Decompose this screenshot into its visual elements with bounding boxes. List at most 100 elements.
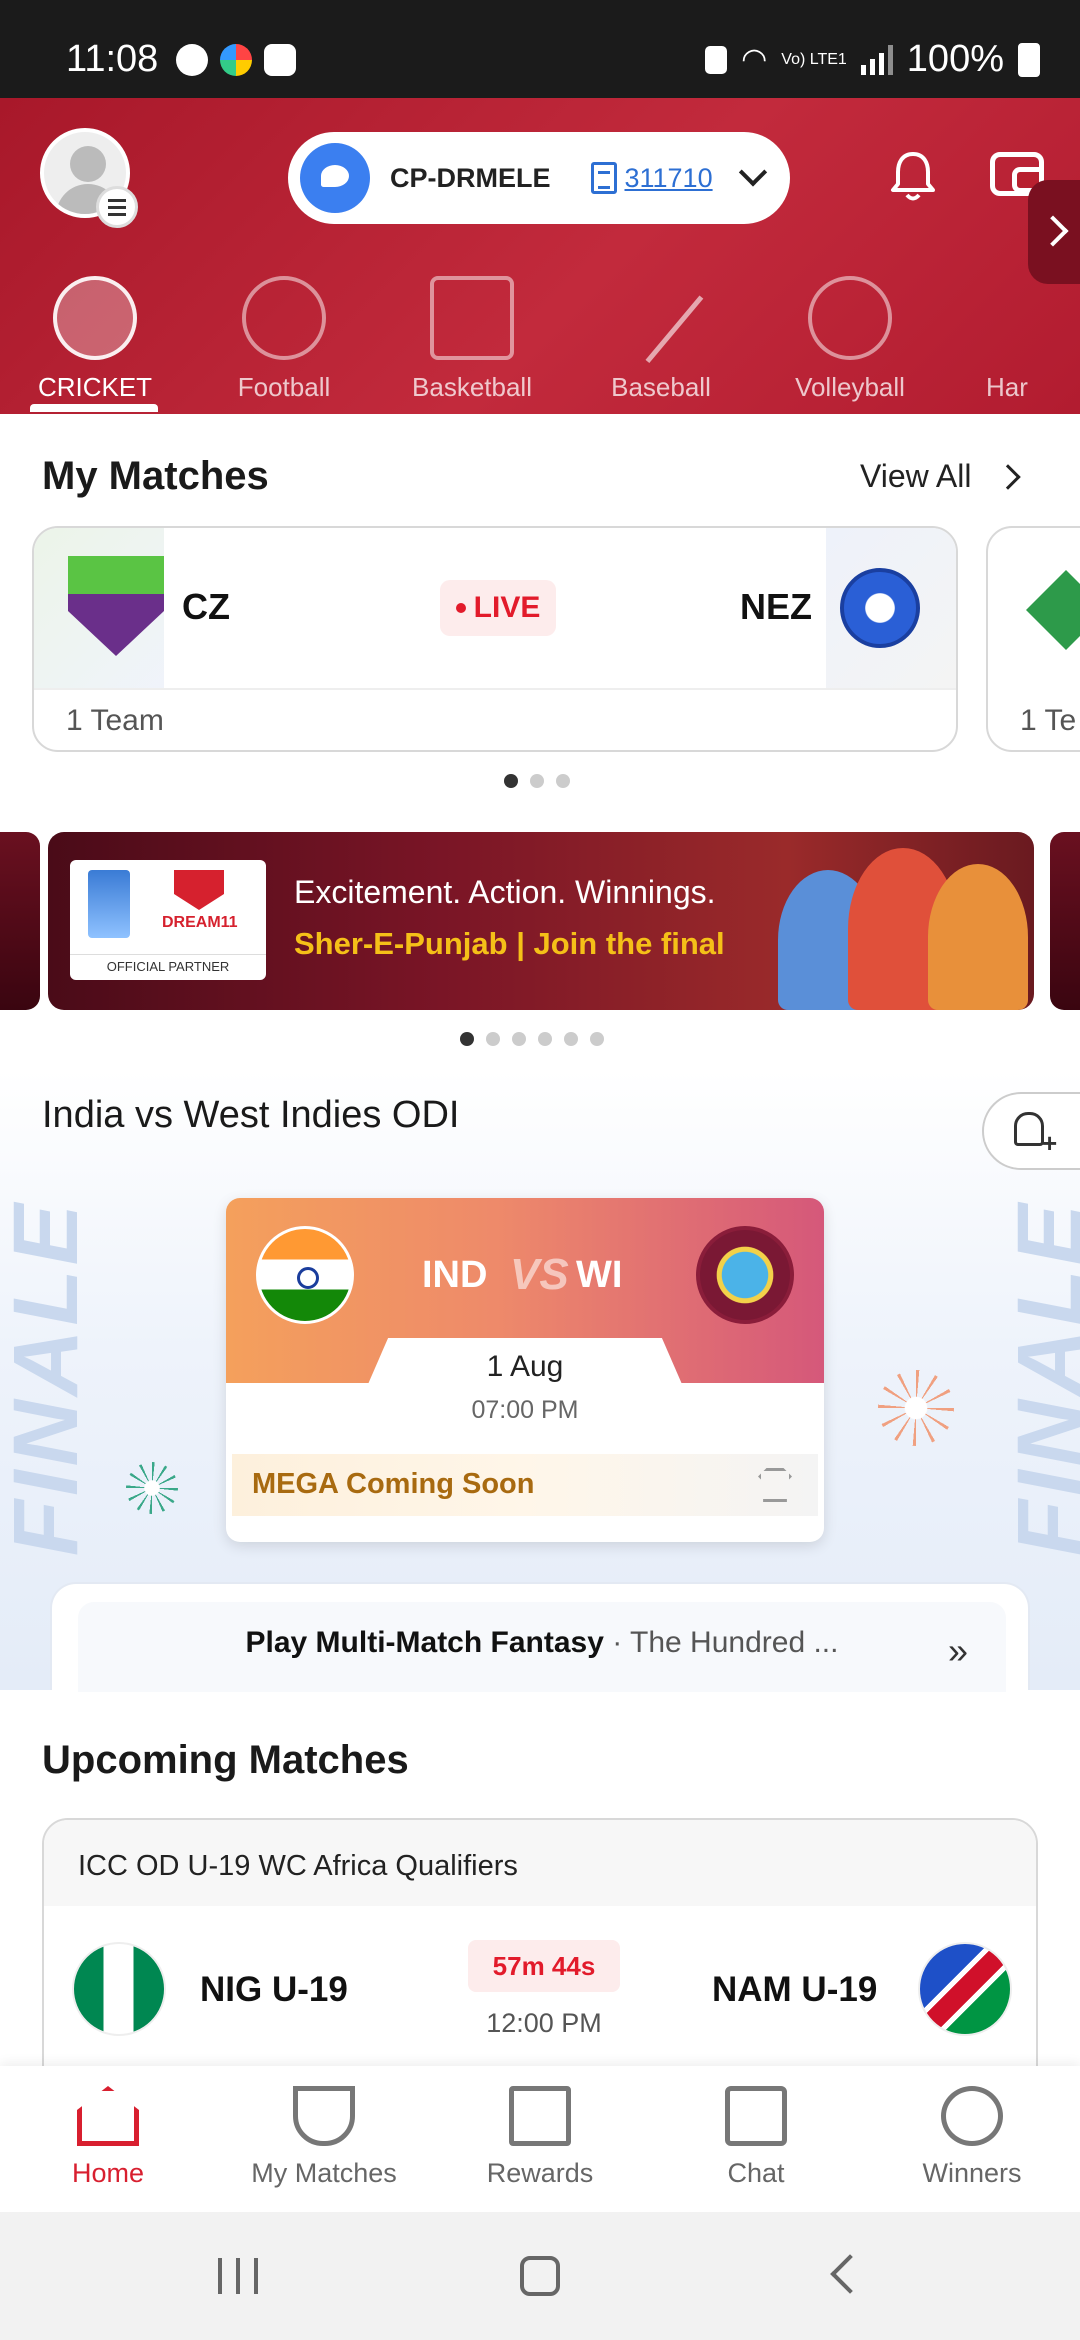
tab-baseball[interactable]: Baseball (576, 268, 746, 403)
basketball-hoop-icon (430, 276, 514, 360)
home-icon (77, 2086, 139, 2146)
add-alert-button[interactable]: + (982, 1092, 1080, 1170)
app-screen: 11:08 ◠ Vo) LTE1 100% CP-DRMELE 311710 C… (0, 0, 1080, 2340)
chat-icon (725, 2086, 787, 2146)
live-label: LIVE (473, 591, 541, 624)
volleyball-icon (808, 276, 892, 360)
menu-icon[interactable] (96, 186, 138, 228)
nav-rewards[interactable]: Rewards (440, 2086, 640, 2189)
multi-match-league: The Hundred ... (630, 1626, 839, 1659)
team-logo-nez (840, 568, 920, 648)
wifi-icon: ◠ (741, 43, 768, 76)
team1-code: IND (422, 1254, 488, 1296)
chat-bubble-icon (176, 44, 208, 76)
medal-icon (941, 2086, 1003, 2146)
namibia-flag-icon (918, 1942, 1012, 2036)
league-name: ICC OD U-19 WC Africa Qualifiers (78, 1850, 518, 1882)
tab-cricket[interactable]: CRICKET (10, 268, 180, 403)
team-count: 1 Te (1020, 704, 1077, 737)
battery-icon (1018, 42, 1040, 77)
team-badge-icon (300, 143, 370, 213)
tab-label: Baseball (611, 372, 711, 402)
tab-football[interactable]: Football (199, 268, 369, 403)
banner-prev-peek[interactable] (0, 832, 40, 1010)
cricket-bat-ball-icon (53, 276, 137, 360)
nav-label: Rewards (486, 2158, 594, 2188)
banner-subline: Sher-E-Punjab | Join the final (294, 926, 725, 961)
chevron-down-icon[interactable] (738, 158, 767, 187)
mega-status: MEGA Coming Soon (252, 1468, 534, 1501)
dream11-logo: DREAM11 (162, 914, 238, 931)
bell-plus-icon (1014, 1112, 1044, 1146)
notification-icons (176, 44, 296, 76)
coming-soon-label: Coming Soon (346, 1468, 535, 1500)
partner-label: OFFICIAL PARTNER (70, 954, 266, 974)
multi-match-fantasy-bar[interactable]: Play Multi-Match Fantasy · The Hundred .… (50, 1582, 1030, 1692)
team2-code: WI (576, 1254, 623, 1296)
my-match-card[interactable]: 1 Te (986, 526, 1080, 752)
nav-label: Winners (922, 2158, 1022, 2188)
status-right: ◠ Vo) LTE1 100% (705, 38, 1040, 81)
bell-icon[interactable] (888, 148, 938, 204)
team-count: 1 Team (66, 704, 164, 737)
baseball-bat-icon (618, 272, 704, 364)
partner-logo: DREAM11 OFFICIAL PARTNER (70, 860, 266, 980)
tab-handball[interactable]: Har (950, 268, 1080, 403)
tab-basketball[interactable]: Basketball (387, 268, 557, 403)
sport-tabs: CRICKET Football Basketball Baseball Vol… (0, 268, 1080, 414)
stadium-icon (293, 2086, 355, 2146)
countdown-badge: 57m 44s (468, 1940, 620, 1992)
india-flag-icon (256, 1226, 354, 1324)
match-carousel-dots (504, 774, 570, 788)
team-logo (1026, 570, 1080, 650)
status-bar: 11:08 ◠ Vo) LTE1 100% (0, 0, 1080, 98)
app-header: CP-DRMELE 311710 CRICKET Football Basket… (0, 98, 1080, 414)
vs-label: VS (510, 1250, 569, 1299)
nav-home[interactable]: Home (8, 2086, 208, 2189)
scroll-right-button[interactable] (1028, 180, 1080, 284)
app-notification-icon (220, 44, 252, 76)
separator: · (603, 1626, 631, 1659)
signal-icon (860, 44, 893, 75)
my-matches-title: My Matches (42, 454, 269, 498)
tab-label: Volleyball (795, 372, 905, 402)
banner-carousel-dots (460, 1032, 604, 1046)
mega-contest-bar: MEGA Coming Soon (232, 1454, 818, 1516)
featured-title: India vs West Indies ODI (42, 1094, 460, 1136)
finale-watermark: FINALE (0, 1200, 97, 1557)
recent-apps-icon[interactable] (218, 2258, 258, 2294)
live-badge: LIVE (440, 580, 556, 636)
team1-name: CZ (182, 586, 230, 627)
featured-match-card[interactable]: IND VS WI 1 Aug 07:00 PM MEGA Coming Soo… (226, 1198, 824, 1542)
sparkle-icon (126, 1462, 178, 1514)
status-time: 11:08 (66, 38, 159, 80)
double-chevron-right-icon[interactable]: » (948, 1630, 968, 1672)
back-icon[interactable] (830, 2254, 870, 2294)
battery-percent: 100% (906, 38, 1004, 80)
gift-icon (509, 2086, 571, 2146)
battery-saver-icon (705, 45, 728, 74)
checkbox-icon (264, 44, 296, 76)
team1-name: NIG U-19 (200, 1970, 348, 2009)
view-all-button[interactable]: View All (860, 458, 1022, 495)
banner-next-peek[interactable] (1050, 832, 1080, 1010)
handball-icon (1016, 276, 1080, 360)
view-all-label: View All (860, 458, 972, 494)
promo-banner[interactable]: DREAM11 OFFICIAL PARTNER Excitement. Act… (48, 832, 1034, 1010)
tab-label: Basketball (412, 372, 532, 402)
my-match-card[interactable]: CZ LIVE NEZ 1 Team (32, 526, 958, 752)
nav-chat[interactable]: Chat (656, 2086, 856, 2189)
nigeria-flag-icon (72, 1942, 166, 2036)
jersey-icon (758, 1468, 792, 1502)
home-button-icon[interactable] (520, 2256, 560, 2296)
players-image (768, 842, 1028, 1010)
nav-winners[interactable]: Winners (872, 2086, 1072, 2189)
multi-match-text: Play Multi-Match Fantasy · The Hundred .… (78, 1626, 1006, 1660)
team-name: CP-DRMELE (390, 162, 551, 193)
team-number-link[interactable]: 311710 (625, 163, 713, 194)
team-selector[interactable]: CP-DRMELE 311710 (288, 132, 790, 224)
tab-volleyball[interactable]: Volleyball (765, 268, 935, 403)
nav-label: Chat (727, 2158, 785, 2188)
nav-my-matches[interactable]: My Matches (224, 2086, 424, 2189)
document-icon (590, 162, 617, 194)
